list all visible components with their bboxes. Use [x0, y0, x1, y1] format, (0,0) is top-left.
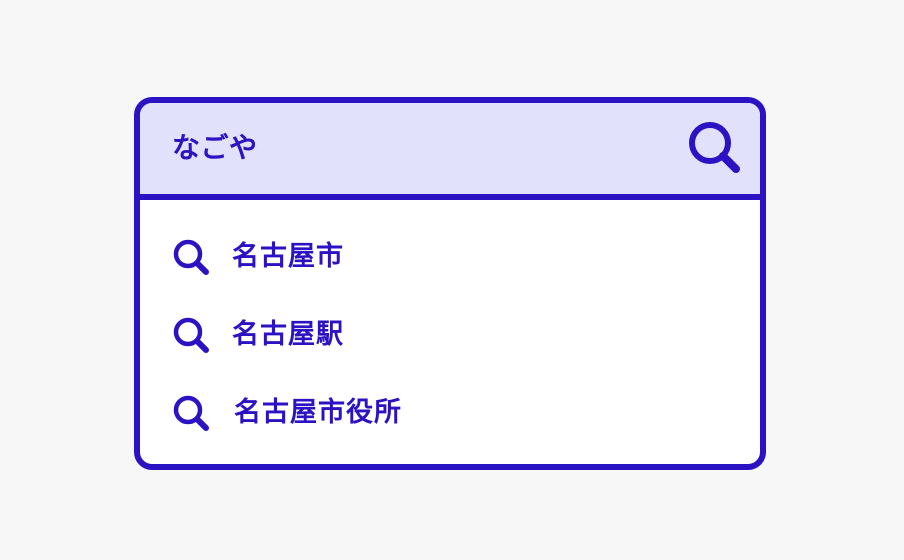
- search-button[interactable]: [686, 119, 744, 177]
- search-query-text[interactable]: なごや: [172, 131, 258, 165]
- suggestion-label: 名古屋市役所: [234, 397, 402, 428]
- search-icon: [173, 395, 209, 431]
- suggestion-label: 名古屋駅: [232, 319, 344, 350]
- search-icon: [689, 122, 740, 173]
- suggestion-item[interactable]: 名古屋市: [140, 228, 760, 288]
- search-input[interactable]: なごや: [140, 103, 760, 200]
- suggestion-item[interactable]: 名古屋駅: [140, 306, 760, 366]
- suggestion-item[interactable]: 名古屋市役所: [140, 384, 760, 444]
- search-icon: [173, 317, 209, 353]
- search-autocomplete-panel: なごや 名古屋市 名古屋駅 名古屋市役所: [134, 97, 766, 470]
- search-icon: [173, 239, 209, 275]
- suggestion-label: 名古屋市: [232, 241, 344, 272]
